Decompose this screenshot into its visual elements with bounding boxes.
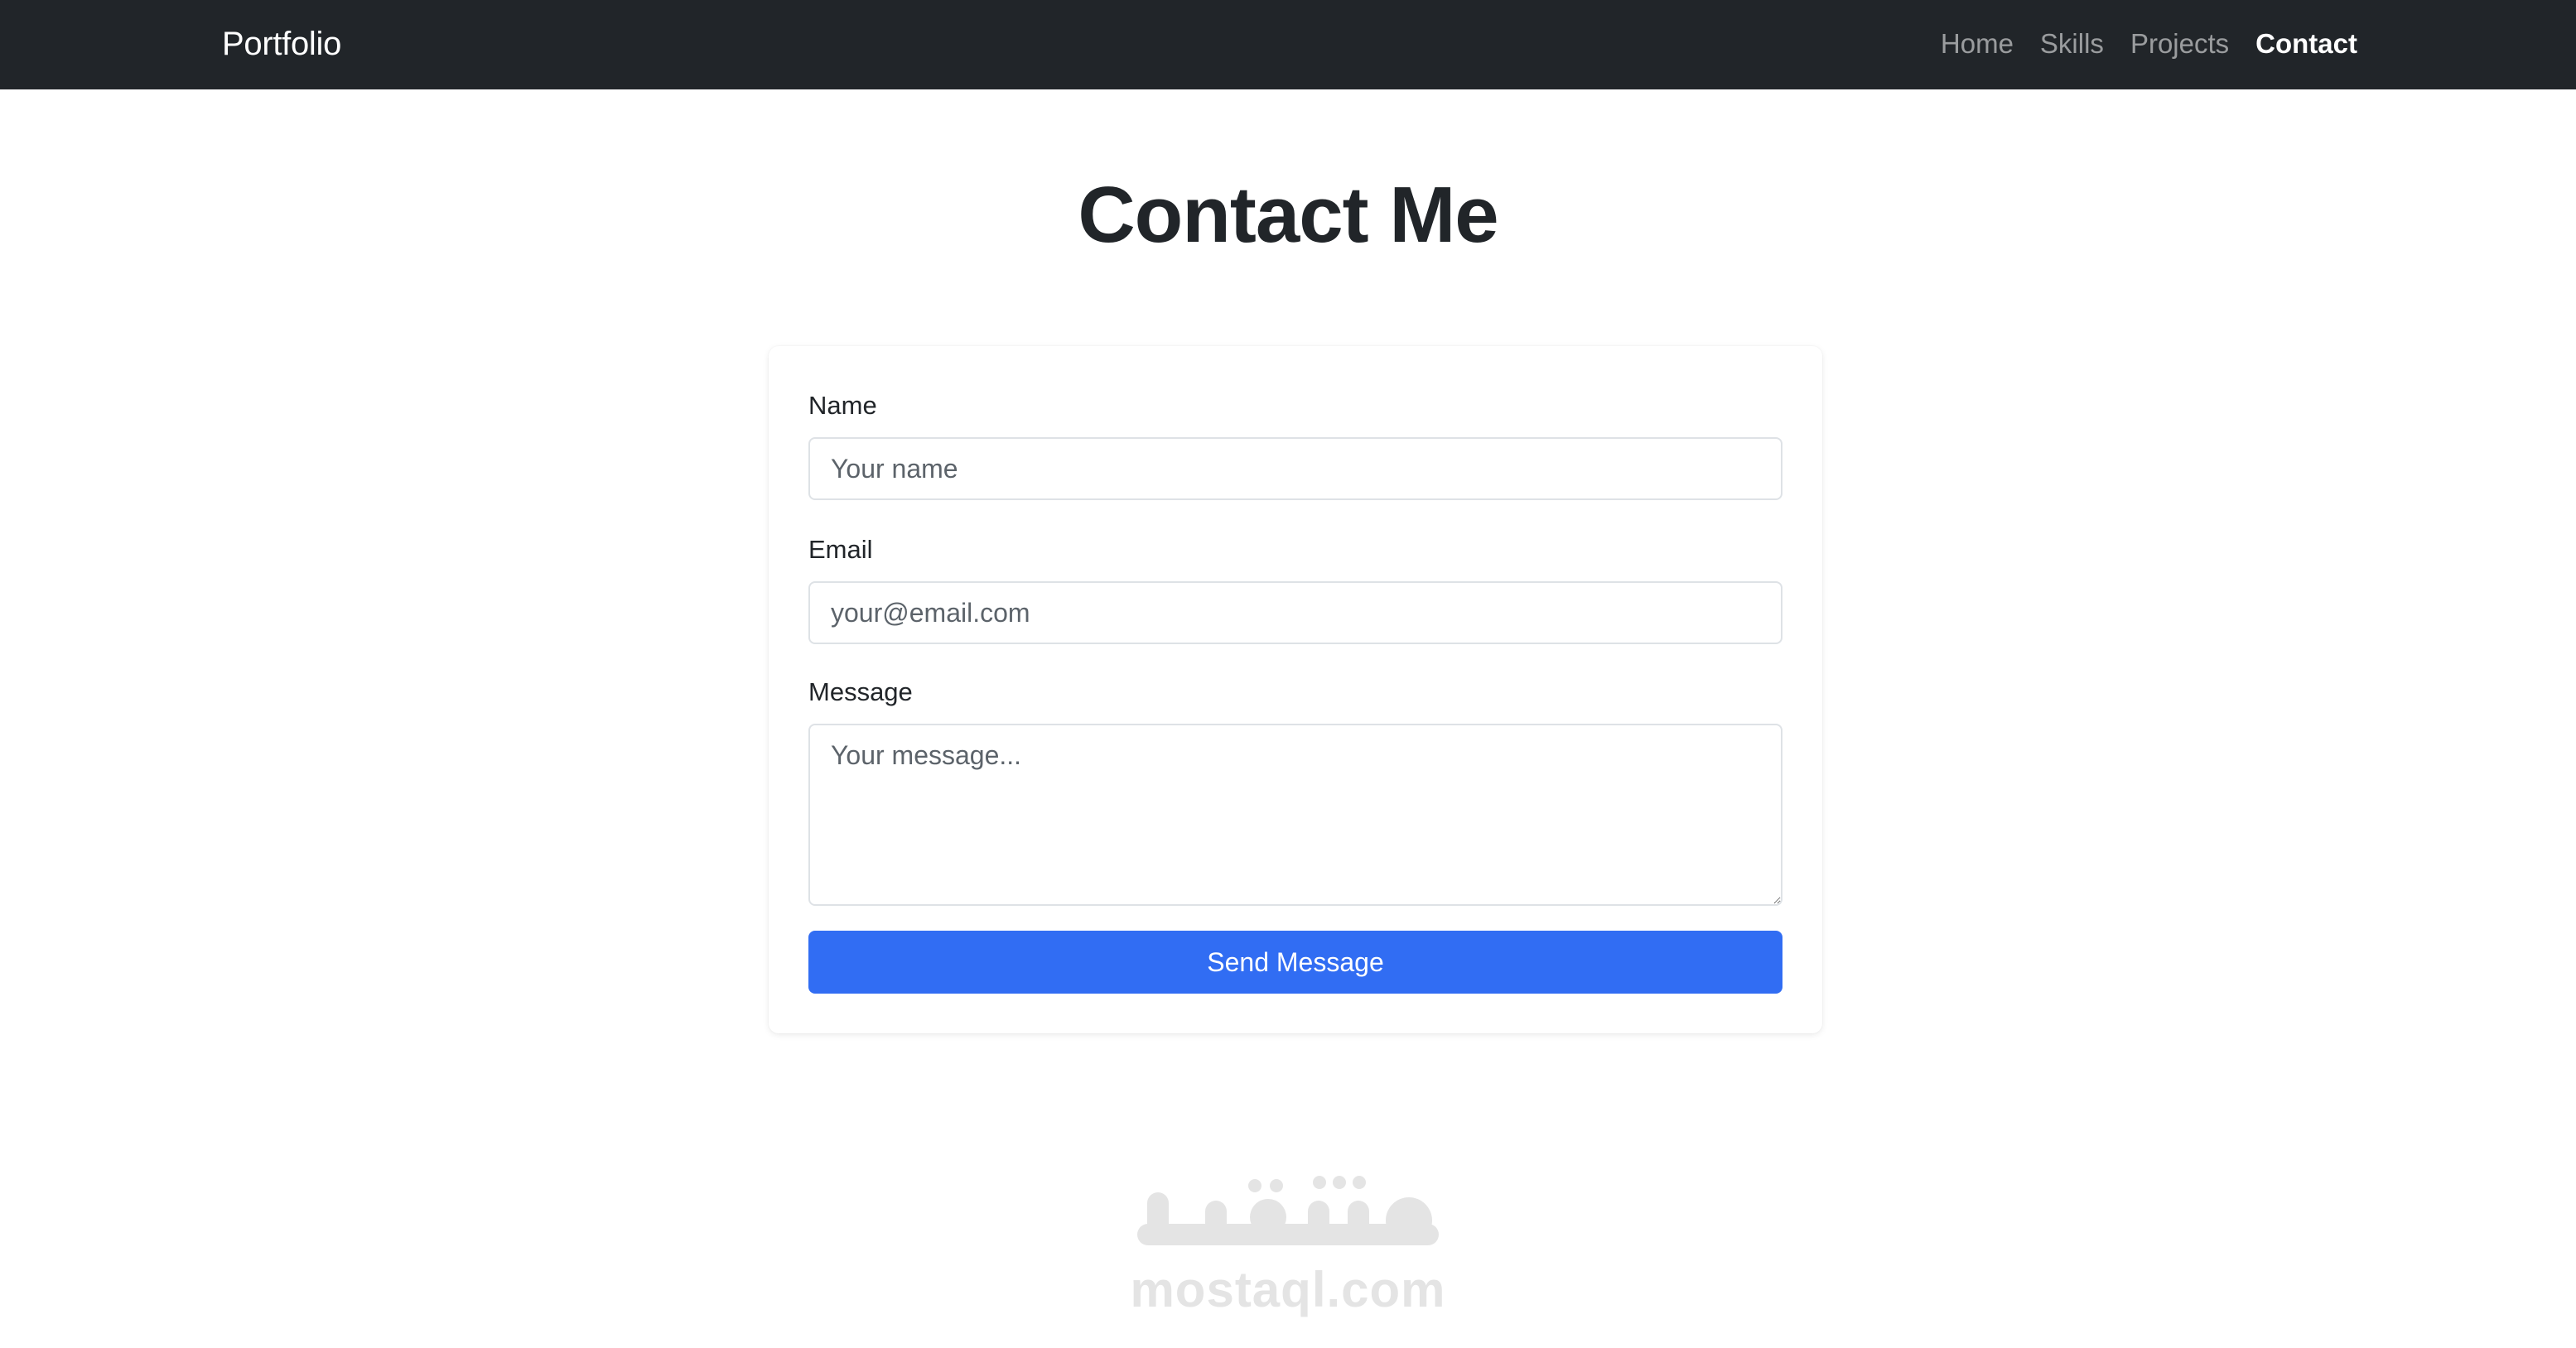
navbar: Portfolio Home Skills Projects Contact bbox=[0, 0, 2576, 89]
message-textarea[interactable] bbox=[808, 724, 1782, 906]
send-message-button[interactable]: Send Message bbox=[808, 931, 1782, 994]
nav-link-home[interactable]: Home bbox=[1941, 22, 2014, 65]
mostaql-logo-icon bbox=[1137, 1176, 1439, 1245]
name-label: Name bbox=[808, 391, 877, 420]
nav-link-contact[interactable]: Contact bbox=[2255, 22, 2357, 65]
watermark-site: mostaql.com bbox=[1130, 1262, 1446, 1317]
watermark: mostaql.com bbox=[1122, 1176, 1454, 1325]
nav-links: Home Skills Projects Contact bbox=[1941, 22, 2357, 65]
nav-link-skills[interactable]: Skills bbox=[2040, 22, 2104, 65]
email-label: Email bbox=[808, 535, 873, 564]
page-title: Contact Me bbox=[1078, 171, 1498, 259]
message-label: Message bbox=[808, 677, 913, 706]
email-input[interactable] bbox=[808, 581, 1782, 644]
contact-form-card: Name Email Message Send Message bbox=[769, 346, 1822, 1033]
brand-link[interactable]: Portfolio bbox=[222, 22, 341, 65]
name-input[interactable] bbox=[808, 437, 1782, 500]
nav-link-projects[interactable]: Projects bbox=[2130, 22, 2229, 65]
